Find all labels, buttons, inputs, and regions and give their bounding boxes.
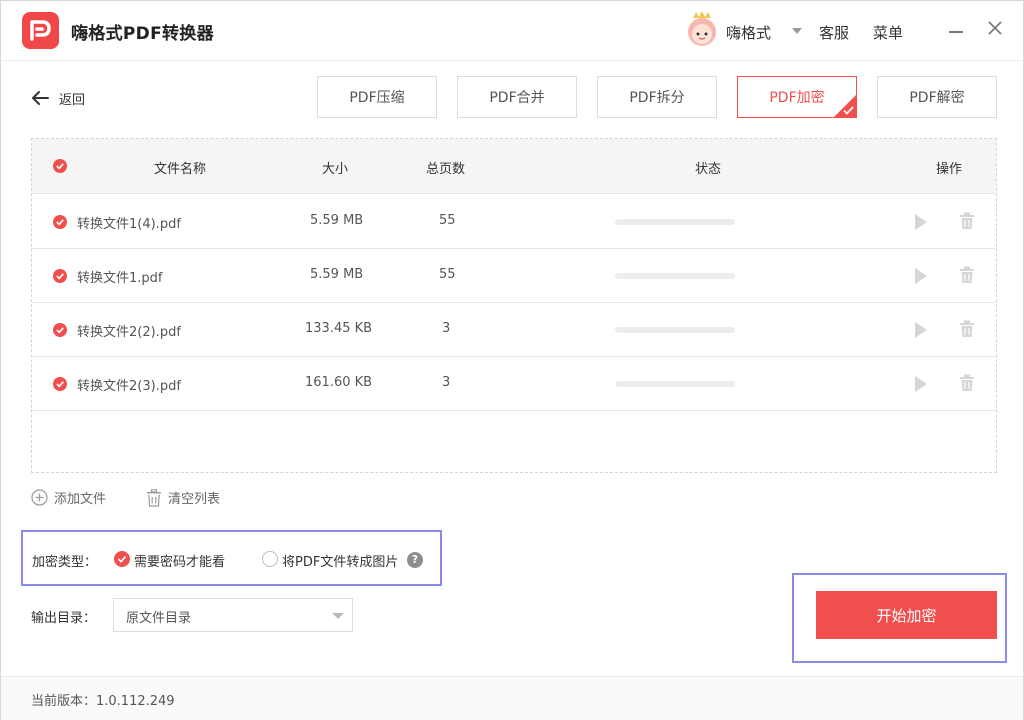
app-title: 嗨格式PDF转换器 <box>71 24 214 44</box>
tab-pdf-merge[interactable]: PDF合并 <box>457 76 577 118</box>
table-row: 转换文件2(2).pdf 133.45 KB 3 <box>32 303 996 357</box>
trash-icon <box>147 488 161 507</box>
table-row: 转换文件2(3).pdf 161.60 KB 3 <box>32 357 996 411</box>
tab-pdf-encrypt-label: PDF加密 <box>769 90 825 106</box>
table-row: 转换文件1(4).pdf 5.59 MB 55 <box>32 195 996 249</box>
file-pages: 55 <box>439 267 456 282</box>
version-text: 当前版本：1.0.112.249 <box>31 694 175 709</box>
play-icon[interactable] <box>914 321 928 339</box>
file-name: 转换文件1.pdf <box>77 271 163 286</box>
progress-bar <box>615 273 735 279</box>
file-size: 5.59 MB <box>310 267 364 282</box>
play-icon[interactable] <box>914 213 928 231</box>
table-row: 转换文件1.pdf 5.59 MB 55 <box>32 249 996 303</box>
file-pages: 3 <box>442 375 451 390</box>
file-size: 161.60 KB <box>305 375 373 390</box>
close-icon[interactable] <box>986 19 1004 37</box>
radio-password-label[interactable]: 需要密码才能看 <box>134 551 225 570</box>
play-icon[interactable] <box>914 375 928 393</box>
header-file-name: 文件名称 <box>154 162 207 177</box>
avatar[interactable] <box>684 9 720 49</box>
help-icon[interactable]: ? <box>407 552 423 568</box>
output-dir-value: 原文件目录 <box>126 611 192 626</box>
menu-link[interactable]: 菜单 <box>873 22 903 43</box>
app-window: 嗨格式PDF转换器 嗨格式 客服 菜单 返回 PDF压缩 PDF合并 PDF拆分… <box>0 0 1024 720</box>
file-size: 133.45 KB <box>305 321 373 336</box>
file-size: 5.59 MB <box>310 213 364 228</box>
trash-icon[interactable] <box>959 212 975 230</box>
username[interactable]: 嗨格式 <box>726 22 771 43</box>
play-icon[interactable] <box>914 267 928 285</box>
file-table: 文件名称 大小 总页数 状态 操作 转换文件1(4).pdf 5.59 MB 5… <box>31 138 997 473</box>
tab-pdf-encrypt[interactable]: PDF加密 <box>737 76 857 118</box>
file-name: 转换文件2(3).pdf <box>77 379 181 394</box>
row-checkbox-icon[interactable] <box>53 323 67 337</box>
add-file-button[interactable]: 添加文件 <box>31 488 106 507</box>
chevron-down-icon[interactable] <box>792 28 802 34</box>
progress-bar <box>615 381 735 387</box>
file-name: 转换文件1(4).pdf <box>77 217 181 232</box>
header-pages: 总页数 <box>426 162 466 177</box>
encrypt-type-label: 加密类型： <box>32 555 98 570</box>
trash-icon[interactable] <box>959 266 975 284</box>
status-bar: 当前版本：1.0.112.249 <box>1 676 1023 720</box>
radio-to-image-label[interactable]: 将PDF文件转成图片 <box>282 551 398 570</box>
add-file-label: 添加文件 <box>54 492 107 507</box>
app-logo-icon <box>22 12 59 49</box>
row-checkbox-icon[interactable] <box>53 269 67 283</box>
tab-pdf-compress[interactable]: PDF压缩 <box>317 76 437 118</box>
clear-list-button[interactable]: 清空列表 <box>146 488 220 507</box>
start-encrypt-button[interactable]: 开始加密 <box>816 591 997 639</box>
radio-to-image[interactable] <box>262 551 278 567</box>
select-all-checkbox-icon[interactable] <box>53 159 67 173</box>
header-status: 状态 <box>695 162 722 177</box>
table-header: 文件名称 大小 总页数 状态 操作 <box>32 139 996 194</box>
minimize-icon[interactable] <box>949 31 963 33</box>
row-checkbox-icon[interactable] <box>53 377 67 391</box>
tab-pdf-split[interactable]: PDF拆分 <box>597 76 717 118</box>
file-pages: 3 <box>442 321 451 336</box>
plus-circle-icon <box>31 489 48 506</box>
title-bar: 嗨格式PDF转换器 嗨格式 客服 菜单 <box>1 1 1023 61</box>
encrypt-type-group: 加密类型： 需要密码才能看 将PDF文件转成图片 ? <box>21 530 442 586</box>
row-checkbox-icon[interactable] <box>53 215 67 229</box>
customer-service-link[interactable]: 客服 <box>819 22 849 43</box>
output-dir-label: 输出目录： <box>31 611 97 626</box>
chevron-down-icon <box>332 613 344 619</box>
header-size: 大小 <box>322 162 349 177</box>
clear-list-label: 清空列表 <box>168 492 221 507</box>
radio-password-selected[interactable] <box>114 551 130 567</box>
check-icon <box>843 106 854 115</box>
tab-pdf-decrypt[interactable]: PDF解密 <box>877 76 997 118</box>
header-actions: 操作 <box>936 162 963 177</box>
output-dir-select[interactable]: 原文件目录 <box>113 598 353 632</box>
back-button[interactable]: 返回 <box>30 87 85 109</box>
trash-icon[interactable] <box>959 320 975 338</box>
progress-bar <box>615 327 735 333</box>
file-name: 转换文件2(2).pdf <box>77 325 181 340</box>
back-label: 返回 <box>59 92 86 108</box>
trash-icon[interactable] <box>959 374 975 392</box>
file-pages: 55 <box>439 213 456 228</box>
progress-bar <box>615 219 735 225</box>
arrow-left-icon <box>32 91 49 105</box>
